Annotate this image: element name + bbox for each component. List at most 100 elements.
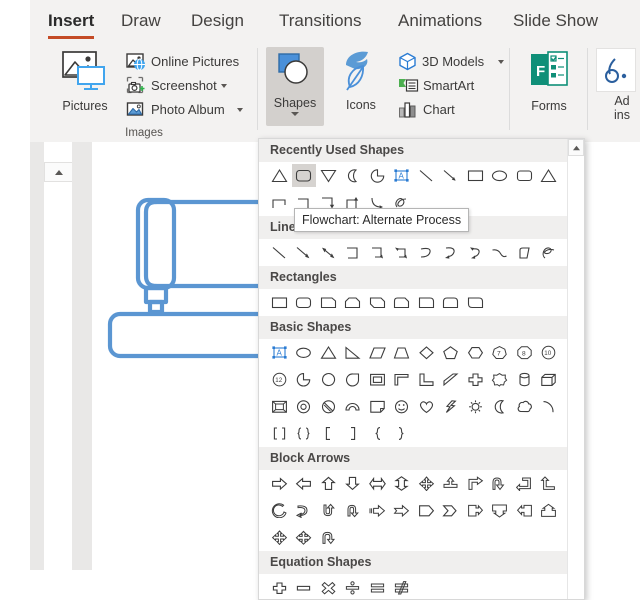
shape-snip-diagonal-corner[interactable]: [365, 291, 390, 314]
shape-arc[interactable]: [537, 395, 562, 418]
shape-moon[interactable]: [488, 395, 513, 418]
shape-triangle-2[interactable]: [537, 164, 562, 187]
shape-connector-elbow-double[interactable]: [390, 241, 415, 264]
shape-cloud[interactable]: [512, 395, 537, 418]
slide-scroll-up-button[interactable]: [44, 162, 74, 182]
shape-chord[interactable]: [316, 368, 341, 391]
shape-text-box[interactable]: A: [390, 164, 415, 187]
shape-right-arrow-callout[interactable]: [463, 499, 488, 522]
shape-chevron[interactable]: [439, 499, 464, 522]
shape-connector-curved-double[interactable]: [463, 241, 488, 264]
shape-freeform[interactable]: [512, 241, 537, 264]
shape-connector-elbow[interactable]: [267, 191, 292, 214]
shape-cube[interactable]: [537, 368, 562, 391]
shape-arrow-bent[interactable]: [463, 472, 488, 495]
shape-l-shape[interactable]: [414, 368, 439, 391]
shape-connector-curved[interactable]: [414, 241, 439, 264]
shape-pentagon[interactable]: [439, 341, 464, 364]
shape-cylinder[interactable]: [512, 368, 537, 391]
tab-transitions[interactable]: Transitions: [279, 10, 362, 32]
shape-round-same-side-corner[interactable]: [439, 291, 464, 314]
shape-snip-same-side-corner[interactable]: [341, 291, 366, 314]
shape-right-bracket[interactable]: [341, 422, 366, 445]
screenshot-chevron-down-icon[interactable]: [220, 83, 227, 88]
shape-trapezoid[interactable]: [390, 341, 415, 364]
shape-round-single-corner[interactable]: [414, 291, 439, 314]
shape-arrow-up-down[interactable]: [390, 472, 415, 495]
shape-minus[interactable]: [292, 576, 317, 599]
shape-multiply[interactable]: [316, 576, 341, 599]
addins-button[interactable]: Ad ins: [596, 48, 640, 122]
shape-smiley-face[interactable]: [390, 395, 415, 418]
online-pictures-button[interactable]: Online Pictures: [126, 50, 239, 73]
shape-not-equal[interactable]: [390, 576, 415, 599]
shape-arrow-down[interactable]: [341, 472, 366, 495]
tab-slide-show[interactable]: Slide Show: [513, 10, 598, 32]
shape-rounded-rect-flowchart-alternate-process[interactable]: [291, 164, 316, 187]
forms-button[interactable]: F Forms: [518, 48, 580, 113]
shape-arrow-left[interactable]: [292, 472, 317, 495]
shape-regular-pentagon-star[interactable]: [488, 368, 513, 391]
shape-oval[interactable]: [488, 164, 513, 187]
shape-line-arrow[interactable]: [292, 241, 317, 264]
shape-arrow-right[interactable]: [267, 472, 292, 495]
shape-frame[interactable]: [365, 368, 390, 391]
tab-animations[interactable]: Animations: [398, 10, 482, 32]
shape-lightning-bolt[interactable]: [439, 395, 464, 418]
shape-block-arc[interactable]: [341, 395, 366, 418]
shape-cross[interactable]: [463, 368, 488, 391]
shape-dodecagon[interactable]: 12: [267, 368, 292, 391]
shape-bevel[interactable]: [267, 395, 292, 418]
shape-arrow-bent-left[interactable]: [512, 472, 537, 495]
shape-plus[interactable]: [267, 576, 292, 599]
shape-left-arrow-callout[interactable]: [512, 499, 537, 522]
tab-design[interactable]: Design: [191, 10, 244, 32]
shape-text-box[interactable]: A: [267, 341, 292, 364]
shape-line[interactable]: [414, 164, 439, 187]
shape-arrow-left-right[interactable]: [365, 472, 390, 495]
icons-button[interactable]: Icons: [332, 47, 390, 112]
shape-curved-right-arrow[interactable]: [292, 499, 317, 522]
shape-parallelogram[interactable]: [365, 341, 390, 364]
shape-connector-elbow[interactable]: [341, 241, 366, 264]
tab-insert[interactable]: Insert: [48, 10, 95, 39]
shape-arrow-quad[interactable]: [414, 472, 439, 495]
shape-connector-curved-arrow[interactable]: [439, 241, 464, 264]
shape-snip-single-corner[interactable]: [316, 291, 341, 314]
photo-album-chevron-down-icon[interactable]: [236, 107, 243, 112]
shape-striped-right-arrow[interactable]: [365, 499, 390, 522]
gallery-scroll-up-button[interactable]: [568, 139, 584, 156]
shape-up-arrow-callout[interactable]: [537, 499, 562, 522]
shape-brace-pair[interactable]: [292, 422, 317, 445]
shape-quad-arrow-callout[interactable]: [267, 526, 292, 549]
shape-arrow-up[interactable]: [316, 472, 341, 495]
shape-heptagon[interactable]: 7: [488, 341, 513, 364]
shape-triangle[interactable]: [267, 164, 292, 187]
shape-u-turn-arrow[interactable]: [316, 526, 341, 549]
shape-right-brace[interactable]: [390, 422, 415, 445]
shape-circular-arrow[interactable]: [267, 499, 292, 522]
shape-oval[interactable]: [292, 341, 317, 364]
shape-triangle-down[interactable]: [316, 164, 341, 187]
tab-draw[interactable]: Draw: [121, 10, 161, 32]
shape-half-frame[interactable]: [390, 368, 415, 391]
3d-models-button[interactable]: 3D Models: [398, 50, 505, 73]
shape-diamond[interactable]: [414, 341, 439, 364]
shape-triangle[interactable]: [316, 341, 341, 364]
shape-down-arrow-callout[interactable]: [488, 499, 513, 522]
shape-diagonal-stripe[interactable]: [439, 368, 464, 391]
shape-line-arrow[interactable]: [439, 164, 464, 187]
screenshot-button[interactable]: Screenshot: [126, 74, 227, 97]
shape-pentagon-arrow[interactable]: [414, 499, 439, 522]
shape-sun[interactable]: [463, 395, 488, 418]
shape-arrow-bent-up-t[interactable]: [439, 472, 464, 495]
pictures-button[interactable]: Pictures: [52, 48, 118, 113]
shape-curve[interactable]: [488, 241, 513, 264]
photo-album-button[interactable]: Photo Album: [126, 98, 243, 121]
shape-folded-corner[interactable]: [365, 395, 390, 418]
shape-left-brace[interactable]: [365, 422, 390, 445]
shape-rectangle[interactable]: [267, 291, 292, 314]
chart-button[interactable]: Chart: [398, 98, 455, 121]
shape-curved-up-arrow[interactable]: [316, 499, 341, 522]
shape-left-bracket[interactable]: [316, 422, 341, 445]
